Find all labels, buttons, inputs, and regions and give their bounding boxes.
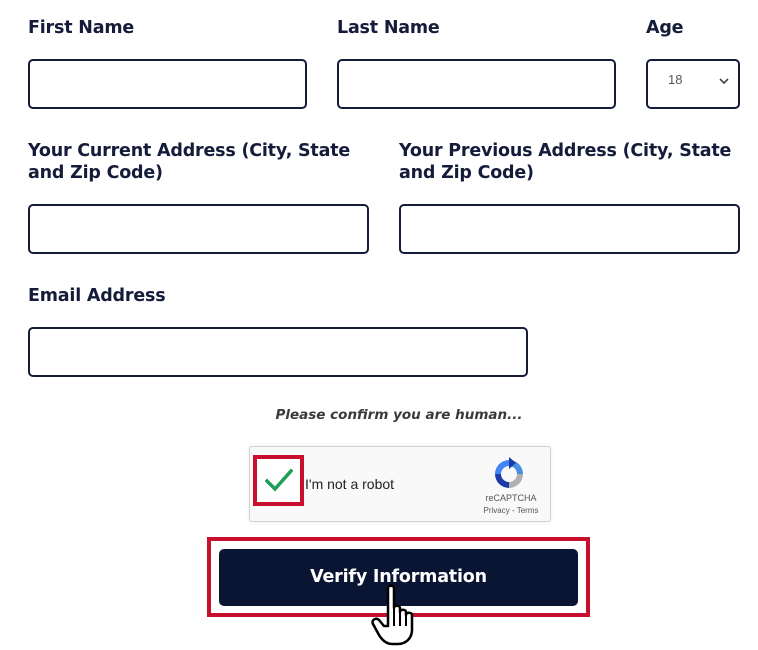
last-name-input[interactable] xyxy=(337,59,616,109)
age-label: Age xyxy=(646,18,684,38)
current-address-input[interactable] xyxy=(28,204,369,254)
previous-address-label: Your Previous Address (City, State and Z… xyxy=(399,141,732,183)
email-label: Email Address xyxy=(28,286,166,306)
recaptcha-label: I'm not a robot xyxy=(305,476,395,492)
recaptcha-checkbox[interactable] xyxy=(253,455,304,506)
checkmark-icon xyxy=(265,468,293,492)
last-name-label: Last Name xyxy=(337,18,440,38)
age-select[interactable]: 18 xyxy=(646,59,740,109)
first-name-label: First Name xyxy=(28,18,135,38)
captcha-prompt: Please confirm you are human... xyxy=(275,407,523,423)
email-input[interactable] xyxy=(28,327,528,377)
recaptcha-logo-icon xyxy=(495,457,523,488)
first-name-input[interactable] xyxy=(28,59,307,109)
age-selected-value: 18 xyxy=(668,72,683,87)
recaptcha-brand: reCAPTCHA xyxy=(485,493,537,503)
chevron-down-icon xyxy=(719,78,729,85)
hand-pointer-icon xyxy=(371,584,414,646)
current-address-label: Your Current Address (City, State and Zi… xyxy=(28,141,351,183)
previous-address-input[interactable] xyxy=(399,204,740,254)
recaptcha-privacy-terms-links[interactable]: Privacy - Terms xyxy=(474,506,548,515)
